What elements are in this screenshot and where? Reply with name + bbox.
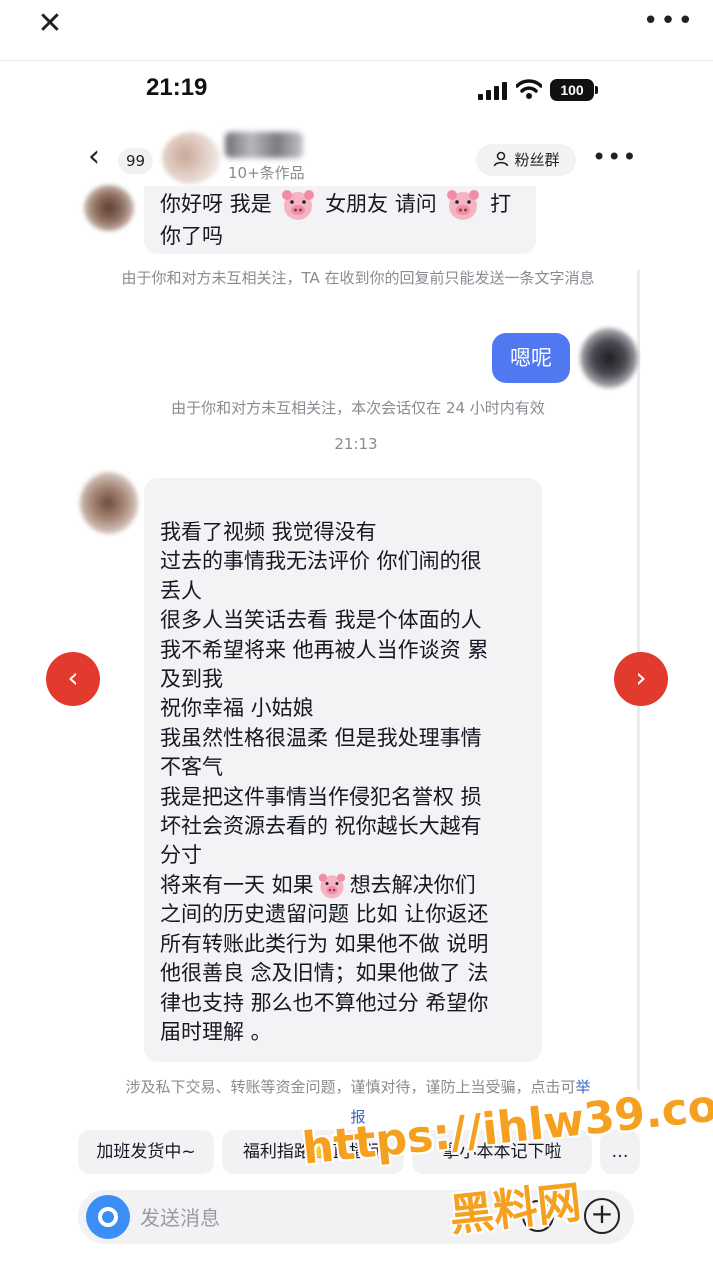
contact-name-redacted[interactable] — [225, 132, 303, 158]
pig-emoji — [282, 190, 315, 220]
message-line: 届时理解 。 — [160, 1019, 272, 1044]
fans-group-label: 粉丝群 — [514, 151, 560, 169]
chevron-right-icon[interactable]: › — [614, 652, 668, 706]
message-line: 坏社会资源去看的 祝你越长大越有 — [160, 814, 482, 839]
user-icon — [494, 151, 509, 167]
my-avatar[interactable] — [580, 328, 638, 388]
message-bubble-outgoing: 嗯呢 — [492, 333, 570, 383]
system-notice: 由于你和对方未互相关注，TA 在收到你的回复前只能发送一条文字消息 — [121, 269, 595, 287]
message-line: 我虽然性格很温柔 但是我处理事情 — [160, 725, 482, 750]
status-time: 21:19 — [146, 74, 208, 101]
message-line: 律也支持 那么也不算他过分 希望你 — [160, 990, 489, 1015]
message-line: 及到我 — [160, 667, 223, 692]
message-line: 所有转账此类行为 如果他不做 说明 — [160, 931, 489, 956]
contact-avatar-small[interactable] — [84, 185, 134, 231]
message-line: 过去的事情我无法评价 你们闹的很 — [160, 549, 482, 574]
message-line: 将来有一天 如果 想去解决你们 — [160, 871, 530, 900]
message-line: 分寸 — [160, 843, 202, 868]
signal-icon — [478, 80, 508, 100]
pig-emoji — [318, 873, 345, 899]
pig-emoji — [447, 190, 480, 220]
message-line: 我看了视频 我觉得没有 — [160, 520, 377, 544]
quick-reply-chip[interactable]: 加班发货中~ — [78, 1130, 214, 1174]
message-line: 祝你幸福 小姑娘 — [160, 696, 314, 721]
message-line: 之间的历史遗留问题 比如 让你返还 — [160, 902, 489, 927]
message-input[interactable]: 发送消息 — [140, 1202, 220, 1231]
fans-group-button[interactable]: 粉丝群 — [476, 144, 576, 176]
contact-works-count: 10+条作品 — [228, 164, 305, 182]
system-notice: 由于你和对方未互相关注，本次会话仅在 24 小时内有效 — [171, 399, 545, 417]
unread-badge[interactable]: 99 — [118, 148, 154, 174]
message-line: 我不希望将来 他再被人当作谈资 累 — [160, 637, 489, 662]
wifi-icon — [516, 79, 542, 99]
close-icon[interactable]: ✕ — [34, 8, 66, 40]
chevron-left-icon[interactable]: ‹ — [46, 652, 100, 706]
more-icon[interactable]: ••• — [643, 8, 693, 40]
chat-more-icon[interactable]: ••• — [592, 145, 636, 172]
message-text: 我看了视频 我觉得没有 过去的事情我无法评价 你们闹的很 丢人 很多人当笑话去看… — [160, 518, 530, 1047]
message-line: 不客气 — [160, 755, 223, 780]
message-line: 很多人当笑话去看 我是个体面的人 — [160, 608, 482, 633]
back-icon[interactable]: ‹ — [88, 142, 110, 172]
message-line: 他很善良 念及旧情；如果他做了 法 — [160, 961, 489, 986]
contact-avatar-small[interactable] — [80, 472, 138, 534]
message-text: 你好呀 我是 女朋友 请问 打 你了吗 — [160, 188, 530, 250]
contact-avatar[interactable] — [162, 132, 220, 184]
battery-icon: 100 — [550, 79, 598, 101]
message-line: 我是把这件事情当作侵犯名誉权 损 — [160, 784, 482, 809]
message-line: 丢人 — [160, 578, 202, 603]
message-timestamp: 21:13 — [334, 435, 378, 453]
plus-icon[interactable]: + — [584, 1198, 620, 1234]
browser-top-bar — [0, 0, 713, 61]
camera-icon[interactable] — [86, 1195, 130, 1239]
